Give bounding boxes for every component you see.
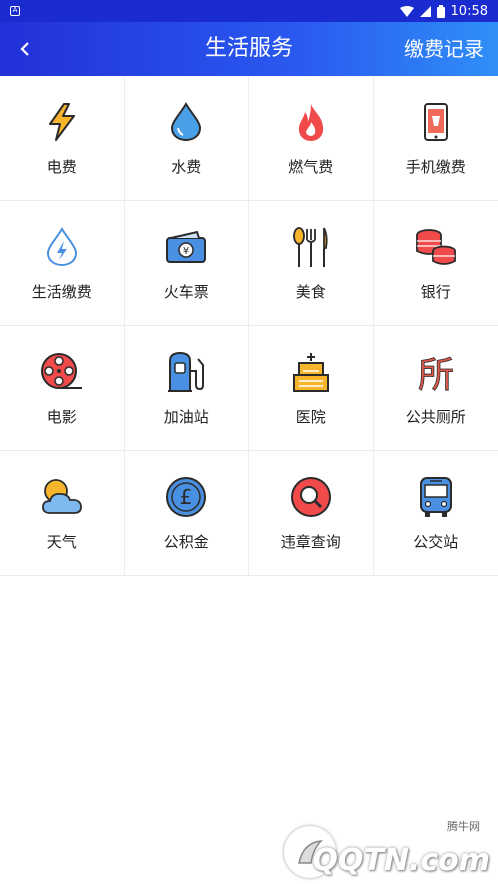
service-label: 燃气费 — [288, 158, 334, 176]
service-label: 公积金 — [163, 533, 209, 551]
film-reel-icon — [40, 350, 84, 394]
pound-coin-icon: £ — [164, 475, 208, 519]
toilet-glyph: 所 — [418, 355, 454, 393]
service-grid: 电费 水费 燃气费 手机缴费 生活缴费 ¥ 火车票 美食 银行 电影 加油站 医… — [0, 76, 498, 576]
weather-icon — [40, 475, 84, 519]
watermark: 腾牛网 QQTN.com — [280, 818, 490, 878]
service-label: 电影 — [46, 408, 77, 426]
lightning-icon — [40, 100, 84, 144]
service-electricity[interactable]: 电费 — [0, 76, 125, 201]
service-housing-fund[interactable]: £ 公积金 — [124, 451, 249, 576]
signal-icon — [419, 5, 431, 17]
search-violation-icon — [289, 475, 333, 519]
watermark-logo-text: QQTN.com — [312, 843, 490, 878]
train-ticket-icon: ¥ — [164, 225, 208, 269]
chevron-left-icon — [20, 42, 29, 56]
water-drop-icon — [164, 100, 208, 144]
service-label: 天气 — [46, 533, 77, 551]
battery-icon — [436, 4, 445, 18]
status-right: 10:58 — [399, 3, 488, 19]
status-bar: A 10:58 — [0, 0, 498, 22]
service-bank[interactable]: 银行 — [373, 201, 498, 326]
service-public-toilet[interactable]: 所 公共厕所 — [373, 326, 498, 451]
service-label: 银行 — [420, 283, 451, 301]
service-water[interactable]: 水费 — [124, 76, 249, 201]
fuel-pump-icon — [164, 350, 208, 394]
watermark-small-text: 腾牛网 — [447, 820, 480, 833]
pound-symbol: £ — [180, 485, 193, 509]
service-cinema[interactable]: 电影 — [0, 326, 125, 451]
coins-icon — [414, 225, 458, 269]
service-label: 违章查询 — [280, 533, 341, 551]
status-left: A — [10, 6, 20, 16]
service-gas-station[interactable]: 加油站 — [124, 326, 249, 451]
service-label: 医院 — [295, 408, 326, 426]
service-label: 美食 — [295, 283, 326, 301]
service-label: 水费 — [171, 158, 202, 176]
toilet-icon: 所 — [414, 350, 458, 394]
service-hospital[interactable]: 医院 — [249, 326, 374, 451]
service-utility-payment[interactable]: 生活缴费 — [0, 201, 125, 326]
service-label: 火车票 — [163, 283, 209, 301]
service-label: 手机缴费 — [405, 158, 466, 176]
train-ticket-symbol: ¥ — [183, 246, 189, 257]
service-label: 电费 — [46, 158, 77, 176]
service-violation-query[interactable]: 违章查询 — [249, 451, 374, 576]
mobile-phone-icon — [414, 100, 458, 144]
app-bar: 生活服务 缴费记录 — [0, 22, 498, 76]
service-label: 公共厕所 — [405, 408, 466, 426]
service-label: 生活缴费 — [31, 283, 92, 301]
service-mobile-recharge[interactable]: 手机缴费 — [373, 76, 498, 201]
cutlery-icon — [289, 225, 333, 269]
service-gas[interactable]: 燃气费 — [249, 76, 374, 201]
service-bus-stop[interactable]: 公交站 — [373, 451, 498, 576]
payment-record-button[interactable]: 缴费记录 — [404, 22, 484, 76]
wifi-icon — [399, 5, 414, 17]
flame-icon — [289, 100, 333, 144]
notification-icon: A — [10, 6, 20, 16]
back-button[interactable] — [8, 32, 42, 66]
hospital-icon — [289, 350, 333, 394]
service-weather[interactable]: 天气 — [0, 451, 125, 576]
service-label: 公交站 — [413, 533, 459, 551]
service-label: 加油站 — [163, 408, 209, 426]
service-train-ticket[interactable]: ¥ 火车票 — [124, 201, 249, 326]
status-time: 10:58 — [450, 3, 488, 19]
bus-icon — [414, 475, 458, 519]
utility-drop-icon — [40, 225, 84, 269]
service-food[interactable]: 美食 — [249, 201, 374, 326]
